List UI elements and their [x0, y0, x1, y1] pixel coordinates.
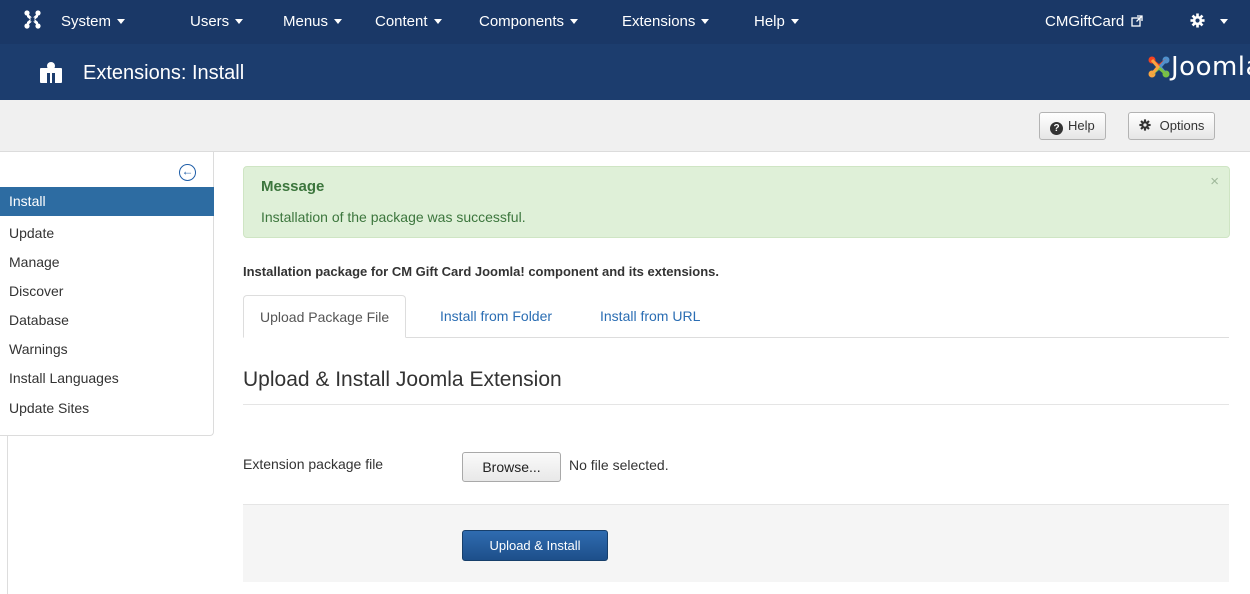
nav-menu-help[interactable]: Help [754, 0, 799, 44]
form-actions [243, 504, 1229, 582]
options-button[interactable]: Options [1128, 112, 1216, 140]
sidebar-item-warnings[interactable]: Warnings [0, 335, 214, 364]
joomla-menu-icon[interactable] [24, 10, 41, 32]
caret-down-icon [1220, 18, 1229, 24]
caret-down-icon [701, 18, 710, 24]
nav-menu-users[interactable]: Users [190, 0, 244, 44]
divider [7, 436, 8, 594]
tab-upload-package-file[interactable]: Upload Package File [243, 295, 407, 338]
toolbar: ? Help Options [0, 100, 1250, 152]
close-icon[interactable]: × [1210, 173, 1219, 190]
gear-icon [1139, 118, 1160, 133]
question-icon: ? [1050, 122, 1063, 135]
site-link[interactable]: CMGiftCard [1045, 0, 1144, 44]
nav-menu-menus[interactable]: Menus [283, 0, 343, 44]
top-navbar: System Users Menus Content Components Ex… [0, 0, 1250, 44]
page-title: Extensions: Install [83, 62, 245, 84]
extension-package-file-label: Extension package file [243, 456, 384, 472]
nav-menu-label: System [61, 13, 112, 30]
package-description: Installation package for CM Gift Card Jo… [243, 264, 720, 279]
browse-button[interactable]: Browse... [462, 452, 561, 482]
success-message: Message Installation of the package was … [243, 166, 1230, 238]
nav-menu-content[interactable]: Content [375, 0, 442, 44]
sidebar-item-update[interactable]: Update [0, 219, 214, 248]
caret-down-icon [117, 18, 126, 24]
sidebar-item-database[interactable]: Database [0, 306, 214, 335]
site-link-label: CMGiftCard [1045, 13, 1125, 30]
nav-menu-components[interactable]: Components [479, 0, 579, 44]
nav-menu-label: Content [375, 13, 428, 30]
sidebar-toggle-icon[interactable]: ← [179, 164, 196, 181]
tab-install-from-folder[interactable]: Install from Folder [424, 295, 568, 338]
external-link-icon [1128, 13, 1144, 30]
nav-menu-extensions[interactable]: Extensions [622, 0, 710, 44]
nav-menu-system[interactable]: System [61, 0, 126, 44]
caret-down-icon [334, 18, 343, 24]
help-button-label: Help [1068, 118, 1095, 133]
sidebar-item-manage[interactable]: Manage [0, 248, 214, 277]
message-title: Message [261, 178, 325, 195]
sidebar-item-install[interactable]: Install [0, 187, 214, 216]
user-settings-menu[interactable] [1190, 0, 1229, 44]
upload-install-button[interactable]: Upload & Install [462, 530, 608, 561]
sidebar-item-discover[interactable]: Discover [0, 277, 214, 306]
message-text: Installation of the package was successf… [261, 209, 526, 225]
nav-menu-label: Extensions [622, 13, 696, 30]
options-button-label: Options [1159, 118, 1205, 133]
sidebar-item-install-languages[interactable]: Install Languages [0, 364, 214, 393]
nav-menu-label: Users [190, 13, 230, 30]
caret-down-icon [790, 18, 799, 24]
section-title: Upload & Install Joomla Extension [243, 368, 562, 391]
nav-menu-label: Help [754, 13, 785, 30]
sidebar-item-update-sites[interactable]: Update Sites [0, 394, 214, 423]
file-status: No file selected. [569, 457, 669, 473]
caret-down-icon [433, 18, 442, 24]
joomla-brand-text: Joomla! [1171, 52, 1250, 82]
gear-icon [1190, 13, 1209, 30]
joomla-logo-icon [1148, 56, 1170, 88]
nav-menu-label: Menus [283, 13, 329, 30]
caret-down-icon [235, 18, 244, 24]
puzzle-icon [40, 61, 62, 86]
caret-down-icon [570, 18, 579, 24]
section-divider [243, 404, 1229, 405]
help-button[interactable]: ? Help [1039, 112, 1106, 140]
nav-menu-label: Components [479, 13, 565, 30]
page-header: Extensions: Install Joomla! [0, 44, 1250, 100]
tab-install-from-url[interactable]: Install from URL [584, 295, 716, 338]
